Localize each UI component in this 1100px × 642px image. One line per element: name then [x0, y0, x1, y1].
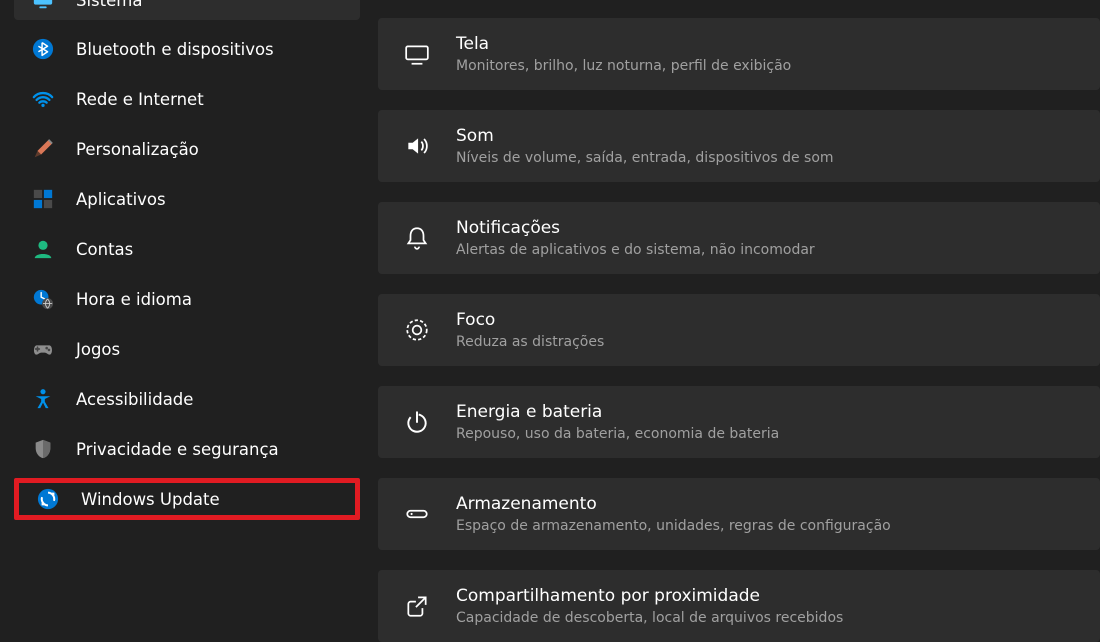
- sidebar-item-system[interactable]: Sistema: [14, 0, 360, 20]
- focus-icon: [402, 315, 432, 345]
- card-focus[interactable]: Foco Reduza as distrações: [378, 294, 1100, 366]
- monitor-icon: [30, 0, 56, 13]
- storage-icon: [402, 499, 432, 529]
- sidebar-item-gaming[interactable]: Jogos: [14, 328, 360, 370]
- card-subtitle: Reduza as distrações: [456, 333, 604, 351]
- card-title: Armazenamento: [456, 493, 891, 515]
- sidebar-item-label: Jogos: [76, 340, 120, 359]
- time-language-icon: [30, 286, 56, 312]
- sidebar: Sistema Bluetooth e dispositivos Rede e …: [0, 0, 370, 620]
- sidebar-item-label: Acessibilidade: [76, 390, 193, 409]
- share-icon: [402, 591, 432, 621]
- card-sound[interactable]: Som Níveis de volume, saída, entrada, di…: [378, 110, 1100, 182]
- card-title: Energia e bateria: [456, 401, 779, 423]
- card-title: Som: [456, 125, 834, 147]
- apps-icon: [30, 186, 56, 212]
- person-icon: [30, 236, 56, 262]
- sidebar-item-label: Aplicativos: [76, 190, 166, 209]
- sidebar-item-network[interactable]: Rede e Internet: [14, 78, 360, 120]
- main-content: Tela Monitores, brilho, luz noturna, per…: [370, 0, 1100, 620]
- card-title: Compartilhamento por proximidade: [456, 585, 843, 607]
- sidebar-item-bluetooth[interactable]: Bluetooth e dispositivos: [14, 28, 360, 70]
- sidebar-item-privacy[interactable]: Privacidade e segurança: [14, 428, 360, 470]
- sidebar-item-label: Privacidade e segurança: [76, 440, 279, 459]
- sidebar-item-personalization[interactable]: Personalização: [14, 128, 360, 170]
- update-icon: [35, 486, 61, 512]
- card-subtitle: Espaço de armazenamento, unidades, regra…: [456, 517, 891, 535]
- card-notifications[interactable]: Notificações Alertas de aplicativos e do…: [378, 202, 1100, 274]
- sound-icon: [402, 131, 432, 161]
- bluetooth-icon: [30, 36, 56, 62]
- wifi-icon: [30, 86, 56, 112]
- paintbrush-icon: [30, 136, 56, 162]
- card-subtitle: Alertas de aplicativos e do sistema, não…: [456, 241, 815, 259]
- shield-icon: [30, 436, 56, 462]
- gamepad-icon: [30, 336, 56, 362]
- card-title: Notificações: [456, 217, 815, 239]
- card-subtitle: Capacidade de descoberta, local de arqui…: [456, 609, 843, 627]
- accessibility-icon: [30, 386, 56, 412]
- card-sharing[interactable]: Compartilhamento por proximidade Capacid…: [378, 570, 1100, 642]
- card-title: Tela: [456, 33, 791, 55]
- sidebar-item-time-language[interactable]: Hora e idioma: [14, 278, 360, 320]
- sidebar-item-apps[interactable]: Aplicativos: [14, 178, 360, 220]
- card-subtitle: Repouso, uso da bateria, economia de bat…: [456, 425, 779, 443]
- sidebar-item-label: Windows Update: [81, 490, 220, 509]
- sidebar-item-label: Contas: [76, 240, 133, 259]
- card-storage[interactable]: Armazenamento Espaço de armazenamento, u…: [378, 478, 1100, 550]
- card-title: Foco: [456, 309, 604, 331]
- sidebar-item-windows-update[interactable]: Windows Update: [14, 478, 360, 520]
- sidebar-item-label: Personalização: [76, 140, 199, 159]
- card-power[interactable]: Energia e bateria Repouso, uso da bateri…: [378, 386, 1100, 458]
- sidebar-item-accounts[interactable]: Contas: [14, 228, 360, 270]
- sidebar-item-accessibility[interactable]: Acessibilidade: [14, 378, 360, 420]
- sidebar-item-label: Bluetooth e dispositivos: [76, 40, 274, 59]
- card-subtitle: Monitores, brilho, luz noturna, perfil d…: [456, 57, 791, 75]
- display-icon: [402, 39, 432, 69]
- bell-icon: [402, 223, 432, 253]
- card-display[interactable]: Tela Monitores, brilho, luz noturna, per…: [378, 18, 1100, 90]
- sidebar-item-label: Sistema: [76, 0, 142, 10]
- sidebar-item-label: Rede e Internet: [76, 90, 204, 109]
- power-icon: [402, 407, 432, 437]
- card-subtitle: Níveis de volume, saída, entrada, dispos…: [456, 149, 834, 167]
- sidebar-item-label: Hora e idioma: [76, 290, 192, 309]
